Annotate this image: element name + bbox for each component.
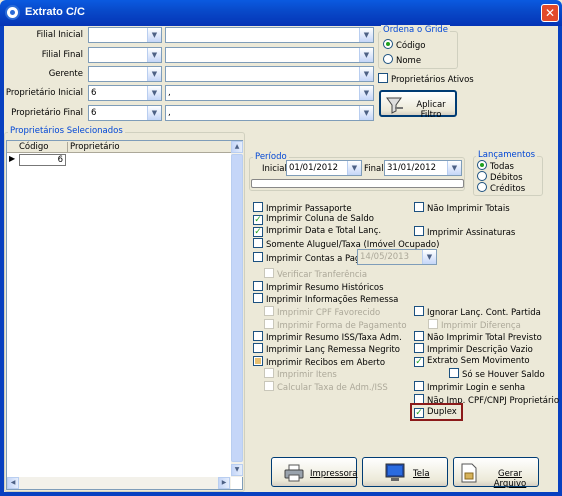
opt-imprimir-cpf-favorecido: Imprimir CPF Favorecido xyxy=(264,306,380,318)
gerar-arquivo-label: Gerar Arquivo xyxy=(493,469,527,489)
tela-button[interactable]: Tela xyxy=(362,457,448,487)
chevron-down-icon[interactable]: ▼ xyxy=(447,161,461,175)
chevron-down-icon[interactable]: ▼ xyxy=(347,161,361,175)
periodo-inicial-date[interactable]: 01/01/2012 ▼ xyxy=(286,160,362,176)
opt-imprimir-coluna-saldo[interactable]: ✓ Imprimir Coluna de Saldo xyxy=(253,214,374,226)
chevron-down-icon[interactable]: ▼ xyxy=(359,48,373,62)
grid-header: Código Proprietário xyxy=(7,141,231,153)
opt-calcular-taxa-adm: Calcular Taxa de Adm./ISS xyxy=(264,381,388,393)
proprietario-final-name[interactable]: , ▼ xyxy=(165,105,374,121)
opt-extrato-sem-movimento[interactable]: ✓ Extrato Sem Movimento xyxy=(414,356,530,368)
opt-imprimir-informacoes-remessa[interactable]: Imprimir Informações Remessa xyxy=(253,293,398,305)
opt-nao-imprimir-total-previsto[interactable]: Não Imprimir Total Previsto xyxy=(414,331,542,343)
scroll-down-icon[interactable]: ▼ xyxy=(231,464,243,476)
proprietario-inicial-name[interactable]: , ▼ xyxy=(165,85,374,101)
opt-imprimir-resumo-iss[interactable]: Imprimir Resumo ISS/Taxa Adm. xyxy=(253,331,402,343)
window-icon xyxy=(5,5,20,20)
lancamentos-creditos-radio[interactable]: Créditos xyxy=(477,182,525,194)
gerente-name[interactable]: ▼ xyxy=(165,66,374,82)
opt-imprimir-recibos-aberto[interactable]: Imprimir Recibos em Aberto xyxy=(253,356,385,368)
filial-inicial-name[interactable]: ▼ xyxy=(165,27,374,43)
chevron-down-icon[interactable]: ▼ xyxy=(359,67,373,81)
chevron-down-icon[interactable]: ▼ xyxy=(359,28,373,42)
ordena-codigo-radio[interactable]: Código xyxy=(383,39,426,51)
printer-icon xyxy=(284,464,304,482)
proprietarios-title: Proprietários Selecionados xyxy=(8,126,125,136)
chevron-down-icon[interactable]: ▼ xyxy=(147,67,161,81)
opt-imprimir-login-senha[interactable]: Imprimir Login e senha xyxy=(414,381,525,393)
chevron-down-icon[interactable]: ▼ xyxy=(359,106,373,120)
aplicar-filtro-button[interactable]: Aplicar Filtro xyxy=(379,90,457,120)
proprietarios-ativos-checkbox[interactable]: Proprietários Ativos xyxy=(378,73,474,85)
table-row[interactable]: ▶ 6 xyxy=(7,154,231,166)
close-button[interactable]: ✕ xyxy=(541,4,559,22)
proprietarios-grid[interactable]: Código Proprietário ▶ 6 ▲ ▼ ◀ ▶ xyxy=(6,140,243,490)
chevron-down-icon[interactable]: ▼ xyxy=(147,48,161,62)
proprietario-final-code[interactable]: 6 ▼ xyxy=(88,105,162,121)
periodo-final-date[interactable]: 31/01/2012 ▼ xyxy=(384,160,462,176)
chevron-down-icon[interactable]: ▼ xyxy=(147,106,161,120)
periodo-final-label: Final xyxy=(364,164,384,174)
scroll-up-icon[interactable]: ▲ xyxy=(231,141,243,153)
filial-final-name[interactable]: ▼ xyxy=(165,47,374,63)
proprietario-inicial-code[interactable]: 6 ▼ xyxy=(88,85,162,101)
opt-imprimir-descricao-vazio[interactable]: Imprimir Descrição Vazio xyxy=(414,343,533,355)
column-proprietario[interactable]: Proprietário xyxy=(67,142,120,153)
opt-imprimir-contas-pagar[interactable]: Imprimir Contas a Pagar xyxy=(253,252,369,264)
save-file-icon xyxy=(461,463,477,483)
opt-imprimir-passaporte[interactable]: Imprimir Passaporte xyxy=(253,202,352,214)
periodo-title: Período xyxy=(253,152,289,162)
opt-imprimir-data-total[interactable]: ✓ Imprimir Data e Total Lanç. xyxy=(253,226,381,238)
gerar-arquivo-button[interactable]: Gerar Arquivo xyxy=(453,457,539,489)
horizontal-scrollbar[interactable]: ◀ ▶ xyxy=(7,477,231,489)
filter-icon xyxy=(386,97,403,114)
opt-imprimir-itens: Imprimir Itens xyxy=(264,368,337,380)
aplicar-filtro-label: Aplicar Filtro xyxy=(416,100,446,120)
opt-verificar-transferencia: Verificar Tranferência xyxy=(264,268,367,280)
impressora-button[interactable]: Impressora xyxy=(271,457,357,487)
row-codigo[interactable]: 6 xyxy=(19,154,66,166)
title-bar: Extrato C/C ✕ xyxy=(0,0,562,26)
chevron-down-icon: ▼ xyxy=(422,250,436,264)
window-frame-bottom xyxy=(0,492,562,496)
filial-inicial-label: Filial Inicial xyxy=(36,30,84,40)
contas-pagar-date: 14/05/2013 ▼ xyxy=(357,249,437,265)
opt-ignorar-lanc-cont-partida[interactable]: Ignorar Lanç. Cont. Partida xyxy=(414,306,541,318)
periodo-inicial-label: Inicial xyxy=(262,164,287,174)
window-frame-right xyxy=(558,26,562,496)
impressora-label: Impressora xyxy=(310,469,358,479)
opt-so-se-houver-saldo[interactable]: Só se Houver Saldo xyxy=(449,368,545,380)
filial-final-label: Filial Final xyxy=(41,50,83,60)
progress-bar xyxy=(251,179,464,188)
opt-imprimir-forma-pagamento: Imprimir Forma de Pagamento xyxy=(264,319,407,331)
filial-inicial-code[interactable]: ▼ xyxy=(88,27,162,43)
gerente-label: Gerente xyxy=(48,69,83,79)
opt-imprimir-lanc-remessa-negrito[interactable]: Imprimir Lanç Remessa Negrito xyxy=(253,343,400,355)
window-title: Extrato C/C xyxy=(25,6,85,18)
monitor-icon xyxy=(385,463,405,481)
gerente-code[interactable]: ▼ xyxy=(88,66,162,82)
opt-imprimir-resumo-historicos[interactable]: Imprimir Resumo Históricos xyxy=(253,281,384,293)
scroll-left-icon[interactable]: ◀ xyxy=(7,477,19,489)
chevron-down-icon[interactable]: ▼ xyxy=(359,86,373,100)
opt-duplex[interactable]: ✓ Duplex xyxy=(414,407,457,419)
scroll-right-icon[interactable]: ▶ xyxy=(218,477,230,489)
tela-label: Tela xyxy=(413,469,430,479)
proprietario-final-label: Proprietário Final xyxy=(11,108,83,118)
ordena-nome-radio[interactable]: Nome xyxy=(383,54,421,66)
ordena-title: Ordena o Gride xyxy=(381,25,450,35)
chevron-down-icon[interactable]: ▼ xyxy=(147,86,161,100)
scroll-thumb[interactable] xyxy=(231,154,243,462)
column-codigo[interactable]: Código xyxy=(19,142,49,152)
proprietario-inicial-label: Proprietário Inicial xyxy=(5,88,83,98)
opt-imprimir-diferenca: Imprimir Diferença xyxy=(428,319,521,331)
opt-nao-imprimir-totais[interactable]: Não Imprimir Totais xyxy=(414,202,510,214)
lancamentos-title: Lançamentos xyxy=(476,150,538,160)
chevron-down-icon[interactable]: ▼ xyxy=(147,28,161,42)
filial-final-code[interactable]: ▼ xyxy=(88,47,162,63)
vertical-scrollbar[interactable]: ▲ ▼ xyxy=(231,141,243,477)
row-indicator-icon: ▶ xyxy=(9,154,16,163)
opt-imprimir-assinaturas[interactable]: Imprimir Assinaturas xyxy=(414,226,515,238)
